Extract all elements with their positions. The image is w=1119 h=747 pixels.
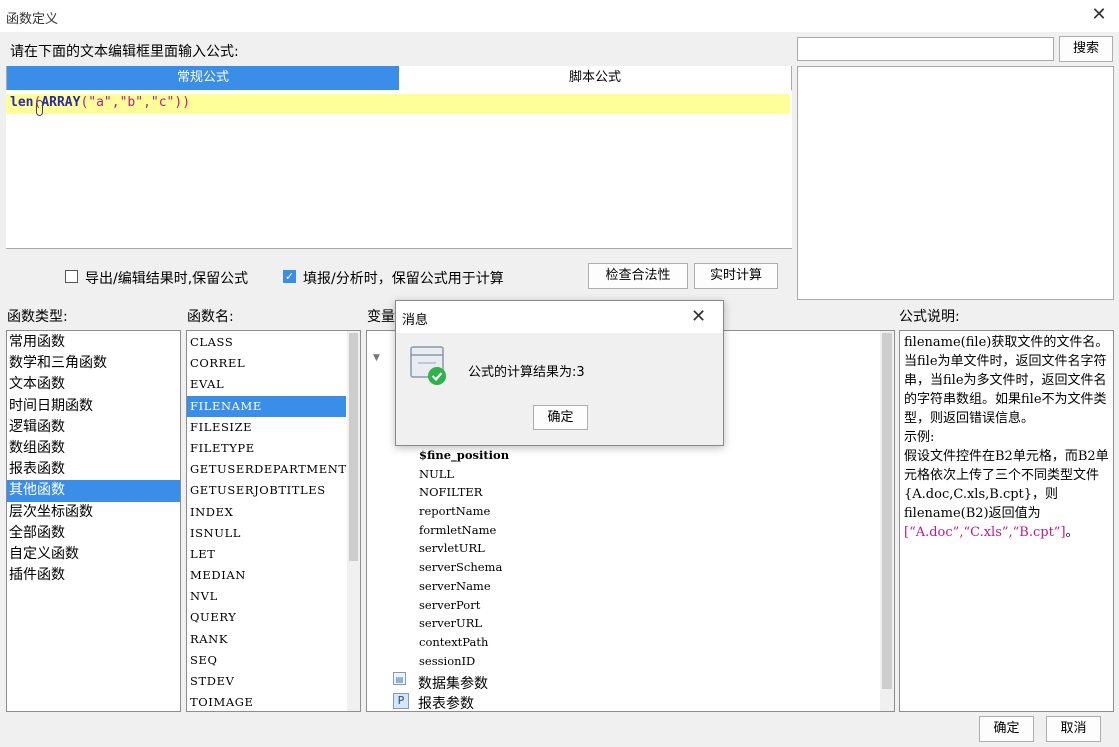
function-item[interactable]: INDEX bbox=[187, 502, 346, 523]
title-bar: 函数定义 ✕ bbox=[0, 0, 1119, 32]
function-item[interactable]: STDEV bbox=[187, 671, 346, 692]
variable-item[interactable]: servletURL bbox=[419, 539, 509, 558]
var-group-report-params[interactable]: 报表参数 bbox=[418, 693, 474, 711]
keep-on-export-checkbox[interactable] bbox=[65, 270, 78, 283]
keep-on-fill-label: 填报/分析时，保留公式用于计算 bbox=[303, 271, 504, 287]
category-item[interactable]: 常用函数 bbox=[7, 332, 180, 353]
close-icon[interactable]: ✕ bbox=[1088, 4, 1110, 26]
tab-regular-formula[interactable]: 常规公式 bbox=[7, 66, 399, 90]
param-icon: P bbox=[393, 693, 409, 709]
function-item[interactable]: MEDIAN bbox=[187, 565, 346, 586]
formula-editor[interactable]: len(ARRAY("a","b","c")) bbox=[6, 90, 792, 248]
variable-item[interactable]: serverSchema bbox=[419, 558, 509, 577]
variable-item[interactable]: reportName bbox=[419, 502, 509, 521]
dataset-icon: ▤ bbox=[393, 672, 406, 685]
cancel-button[interactable]: 取消 bbox=[1046, 716, 1101, 742]
category-item[interactable]: 插件函数 bbox=[7, 565, 180, 586]
function-list-scrollbar[interactable] bbox=[347, 331, 360, 711]
function-item[interactable]: SEQ bbox=[187, 650, 346, 671]
description-header: 公式说明: bbox=[899, 309, 960, 325]
success-icon bbox=[410, 346, 446, 385]
formula-close: )) bbox=[174, 95, 191, 110]
formula-args: "a","b","c" bbox=[88, 95, 175, 110]
function-item[interactable]: FILETYPE bbox=[187, 438, 346, 459]
variable-item[interactable]: serverName bbox=[419, 577, 509, 596]
realtime-calc-button[interactable]: 实时计算 bbox=[694, 263, 778, 289]
function-item[interactable]: GETUSERJOBTITLES bbox=[187, 480, 346, 501]
function-item[interactable]: NVL bbox=[187, 586, 346, 607]
tab-script-formula[interactable]: 脚本公式 bbox=[399, 66, 791, 91]
keep-on-export-label: 导出/编辑结果时,保留公式 bbox=[85, 271, 249, 287]
ok-button[interactable]: 确定 bbox=[979, 716, 1034, 742]
description-text: filename(file)获取文件的文件名。当file为单文件时，返回文件名字… bbox=[904, 335, 1109, 426]
example-result: [“A.doc”,“C.xls”,“B.cpt”] bbox=[904, 525, 1066, 540]
variable-header: 变量 bbox=[367, 309, 395, 325]
dialog-close-icon[interactable]: ✕ bbox=[691, 306, 706, 327]
category-item[interactable]: 数组函数 bbox=[7, 438, 180, 459]
variable-item[interactable]: NOFILTER bbox=[419, 483, 509, 502]
keep-on-fill-checkbox[interactable]: ✓ bbox=[283, 270, 296, 283]
dialog-ok-button[interactable]: 确定 bbox=[533, 405, 588, 430]
dialog-title: 消息 bbox=[402, 313, 429, 328]
search-button[interactable]: 搜索 bbox=[1059, 36, 1113, 62]
category-item[interactable]: 其他函数 bbox=[7, 480, 180, 502]
category-item[interactable]: 数学和三角函数 bbox=[7, 353, 180, 374]
function-header: 函数名: bbox=[187, 309, 234, 325]
function-item[interactable]: FILENAME bbox=[187, 395, 346, 417]
category-item[interactable]: 全部函数 bbox=[7, 523, 180, 544]
search-input[interactable] bbox=[797, 37, 1054, 61]
dialog-message: 公式的计算结果为:3 bbox=[468, 365, 585, 380]
variable-item[interactable]: serverPort bbox=[419, 596, 509, 615]
category-item[interactable]: 逻辑函数 bbox=[7, 417, 180, 438]
var-group-dataset[interactable]: 数据集参数 bbox=[418, 673, 488, 693]
example-end: 。 bbox=[1065, 525, 1079, 540]
category-header: 函数类型: bbox=[7, 309, 68, 325]
message-dialog: 消息 ✕ 公式的计算结果为:3 确定 bbox=[395, 300, 724, 446]
category-item[interactable]: 自定义函数 bbox=[7, 544, 180, 565]
category-list[interactable]: 常用函数 数学和三角函数 文本函数 时间日期函数 逻辑函数 数组函数 报表函数 其他函数 层次坐… bbox=[6, 330, 181, 712]
dialog-title-bar: 消息 ✕ bbox=[396, 301, 723, 333]
variable-item[interactable]: formletName bbox=[419, 521, 509, 540]
search-result-panel bbox=[797, 66, 1114, 300]
function-item[interactable]: GETUSERDEPARTMENTS bbox=[187, 459, 355, 480]
function-list-scroll-thumb[interactable] bbox=[349, 333, 358, 561]
example-title: 示例: bbox=[904, 430, 935, 445]
category-item[interactable]: 时间日期函数 bbox=[7, 396, 180, 417]
function-item[interactable]: RANK bbox=[187, 629, 346, 650]
prompt-label: 请在下面的文本编辑框里面输入公式: bbox=[10, 44, 239, 60]
category-item[interactable]: 报表函数 bbox=[7, 459, 180, 480]
function-item[interactable]: QUERY bbox=[187, 607, 346, 628]
function-item[interactable]: LET bbox=[187, 544, 346, 565]
window-title: 函数定义 bbox=[6, 12, 59, 27]
variable-tree-scroll-thumb[interactable] bbox=[882, 333, 892, 689]
variable-tree-scrollbar[interactable] bbox=[880, 331, 894, 711]
description-panel: filename(file)获取文件的文件名。当file为单文件时，返回文件名字… bbox=[899, 330, 1114, 712]
example-body: 假设文件控件在B2单元格，而B2单元格依次上传了三个不同类型文件{A.doc,C… bbox=[904, 449, 1109, 521]
text-cursor-icon bbox=[36, 100, 43, 116]
variable-item[interactable]: contextPath bbox=[419, 633, 509, 652]
function-list[interactable]: CLASS CORREL EVAL FILENAME FILESIZE FILETYPE G… bbox=[186, 330, 361, 712]
tree-expand-icon[interactable]: ▼ bbox=[373, 353, 380, 363]
formula-fn: len bbox=[10, 95, 34, 110]
function-item[interactable]: CLASS bbox=[187, 332, 346, 353]
variable-item[interactable]: NULL bbox=[419, 465, 509, 484]
function-item[interactable]: TOIMAGE bbox=[187, 692, 346, 711]
function-item[interactable]: EVAL bbox=[187, 374, 346, 395]
category-item[interactable]: 层次坐标函数 bbox=[7, 502, 180, 523]
variable-item[interactable]: serverURL bbox=[419, 614, 509, 633]
variable-item[interactable]: $fine_position bbox=[419, 446, 509, 465]
formula-inner-fn: ARRAY bbox=[41, 95, 81, 110]
function-item[interactable]: ISNULL bbox=[187, 523, 346, 544]
variable-item[interactable]: sessionID bbox=[419, 652, 509, 671]
category-item[interactable]: 文本函数 bbox=[7, 374, 180, 395]
function-item[interactable]: FILESIZE bbox=[187, 417, 346, 438]
check-validity-button[interactable]: 检查合法性 bbox=[588, 263, 688, 289]
function-item[interactable]: CORREL bbox=[187, 353, 346, 374]
